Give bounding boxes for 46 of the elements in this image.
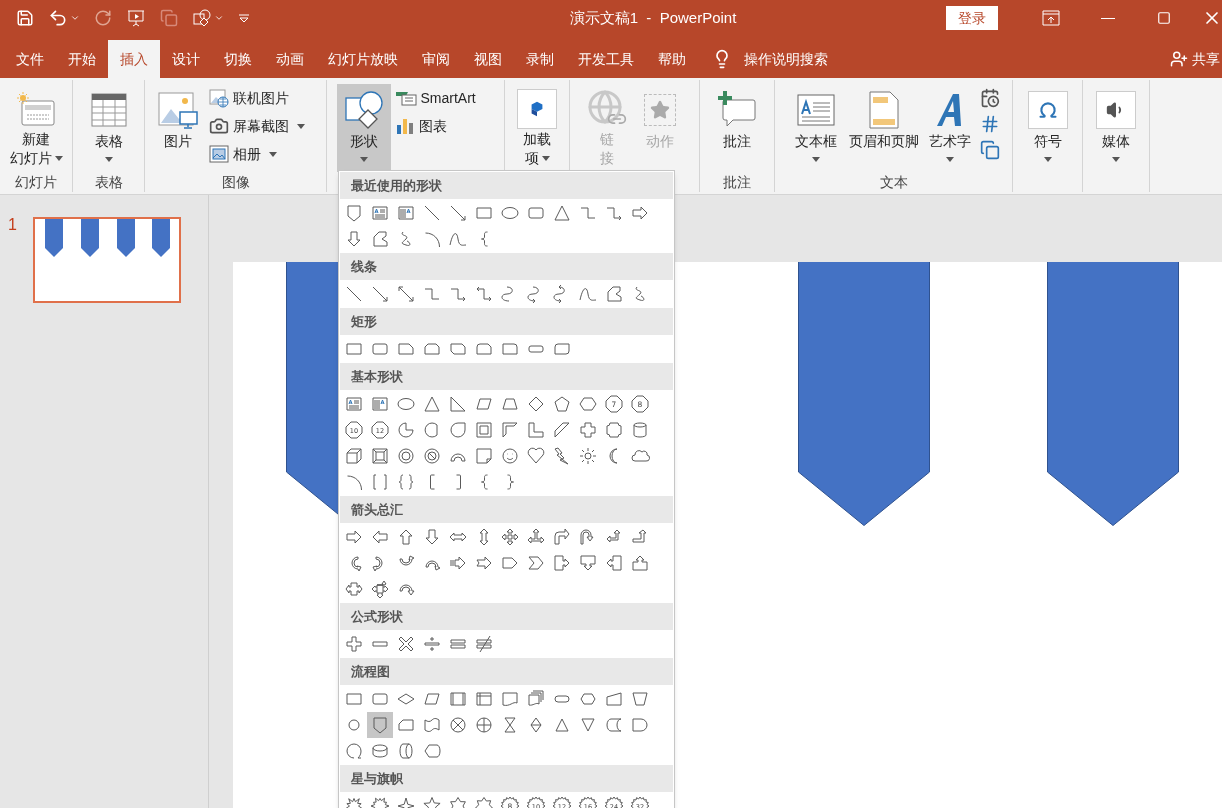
ribbon-button[interactable]: 联机图片 bbox=[208, 84, 319, 112]
ribbon-button[interactable]: 屏幕截图 bbox=[208, 112, 319, 140]
section-header: 流程图 bbox=[351, 662, 390, 681]
group-label: 图像 bbox=[221, 173, 250, 192]
window-title: 演示文稿1 - PowerPoint bbox=[569, 7, 737, 28]
ribbon-button[interactable]: 相册 bbox=[208, 140, 319, 168]
group-label: 文本 bbox=[879, 173, 908, 192]
ribbon-button[interactable]: 形状 bbox=[336, 84, 391, 172]
group-label: 表格 bbox=[94, 173, 123, 192]
ribbon-tab[interactable]: 视图 bbox=[462, 40, 514, 78]
group-label: 幻灯片 bbox=[15, 173, 57, 192]
ribbon-button[interactable]: 新建 幻灯片 bbox=[4, 84, 68, 172]
section-header: 矩形 bbox=[351, 312, 377, 331]
ribbon-button[interactable]: 符号 bbox=[1019, 84, 1076, 172]
ribbon-tab[interactable]: 设计 bbox=[160, 40, 212, 78]
section-header: 基本形状 bbox=[351, 367, 403, 386]
section-header: 星与旗帜 bbox=[351, 769, 403, 788]
slide-number: 1 bbox=[7, 217, 18, 233]
ribbon-tab[interactable]: 录制 bbox=[514, 40, 566, 78]
ribbon-button[interactable]: 艺术字 bbox=[923, 84, 976, 172]
ribbon-tab[interactable]: 插入 bbox=[108, 40, 160, 78]
ribbon-button[interactable]: 表格 bbox=[80, 84, 137, 172]
ribbon-tab[interactable]: 开发工具 bbox=[566, 40, 646, 78]
group-label: 批注 bbox=[723, 173, 751, 192]
ribbon-tab[interactable]: 文件 bbox=[4, 40, 56, 78]
ribbon-button[interactable]: 图片 bbox=[152, 84, 203, 172]
section-header: 线条 bbox=[351, 257, 377, 276]
ribbon-tab[interactable]: 切换 bbox=[212, 40, 264, 78]
ribbon-button[interactable]: 加载 项 bbox=[512, 84, 562, 172]
ribbon-button[interactable]: 媒体 bbox=[1088, 84, 1144, 172]
ribbon-button[interactable]: 文本框 bbox=[787, 84, 844, 172]
ribbon-tab[interactable]: 审阅 bbox=[410, 40, 462, 78]
section-header: 公式形状 bbox=[351, 607, 403, 626]
ribbon-tab[interactable]: 帮助 bbox=[646, 40, 698, 78]
tell-me-search[interactable]: 操作说明搜索 bbox=[744, 48, 828, 70]
ribbon-button[interactable]: 批注 bbox=[709, 84, 765, 172]
ribbon-tab[interactable]: 开始 bbox=[56, 40, 108, 78]
ribbon-button[interactable]: 页眉和页脚 bbox=[843, 84, 924, 172]
ribbon-button[interactable]: SmartArt bbox=[394, 84, 495, 112]
ribbon-button[interactable]: 图表 bbox=[394, 112, 495, 140]
section-header: 最近使用的形状 bbox=[351, 176, 442, 195]
share-button[interactable]: 共享 bbox=[1170, 40, 1222, 78]
ribbon-tab[interactable]: 动画 bbox=[264, 40, 316, 78]
section-header: 箭头总汇 bbox=[351, 500, 403, 519]
ribbon-tab[interactable]: 幻灯片放映 bbox=[316, 40, 410, 78]
login-button[interactable]: 登录 bbox=[946, 6, 998, 30]
